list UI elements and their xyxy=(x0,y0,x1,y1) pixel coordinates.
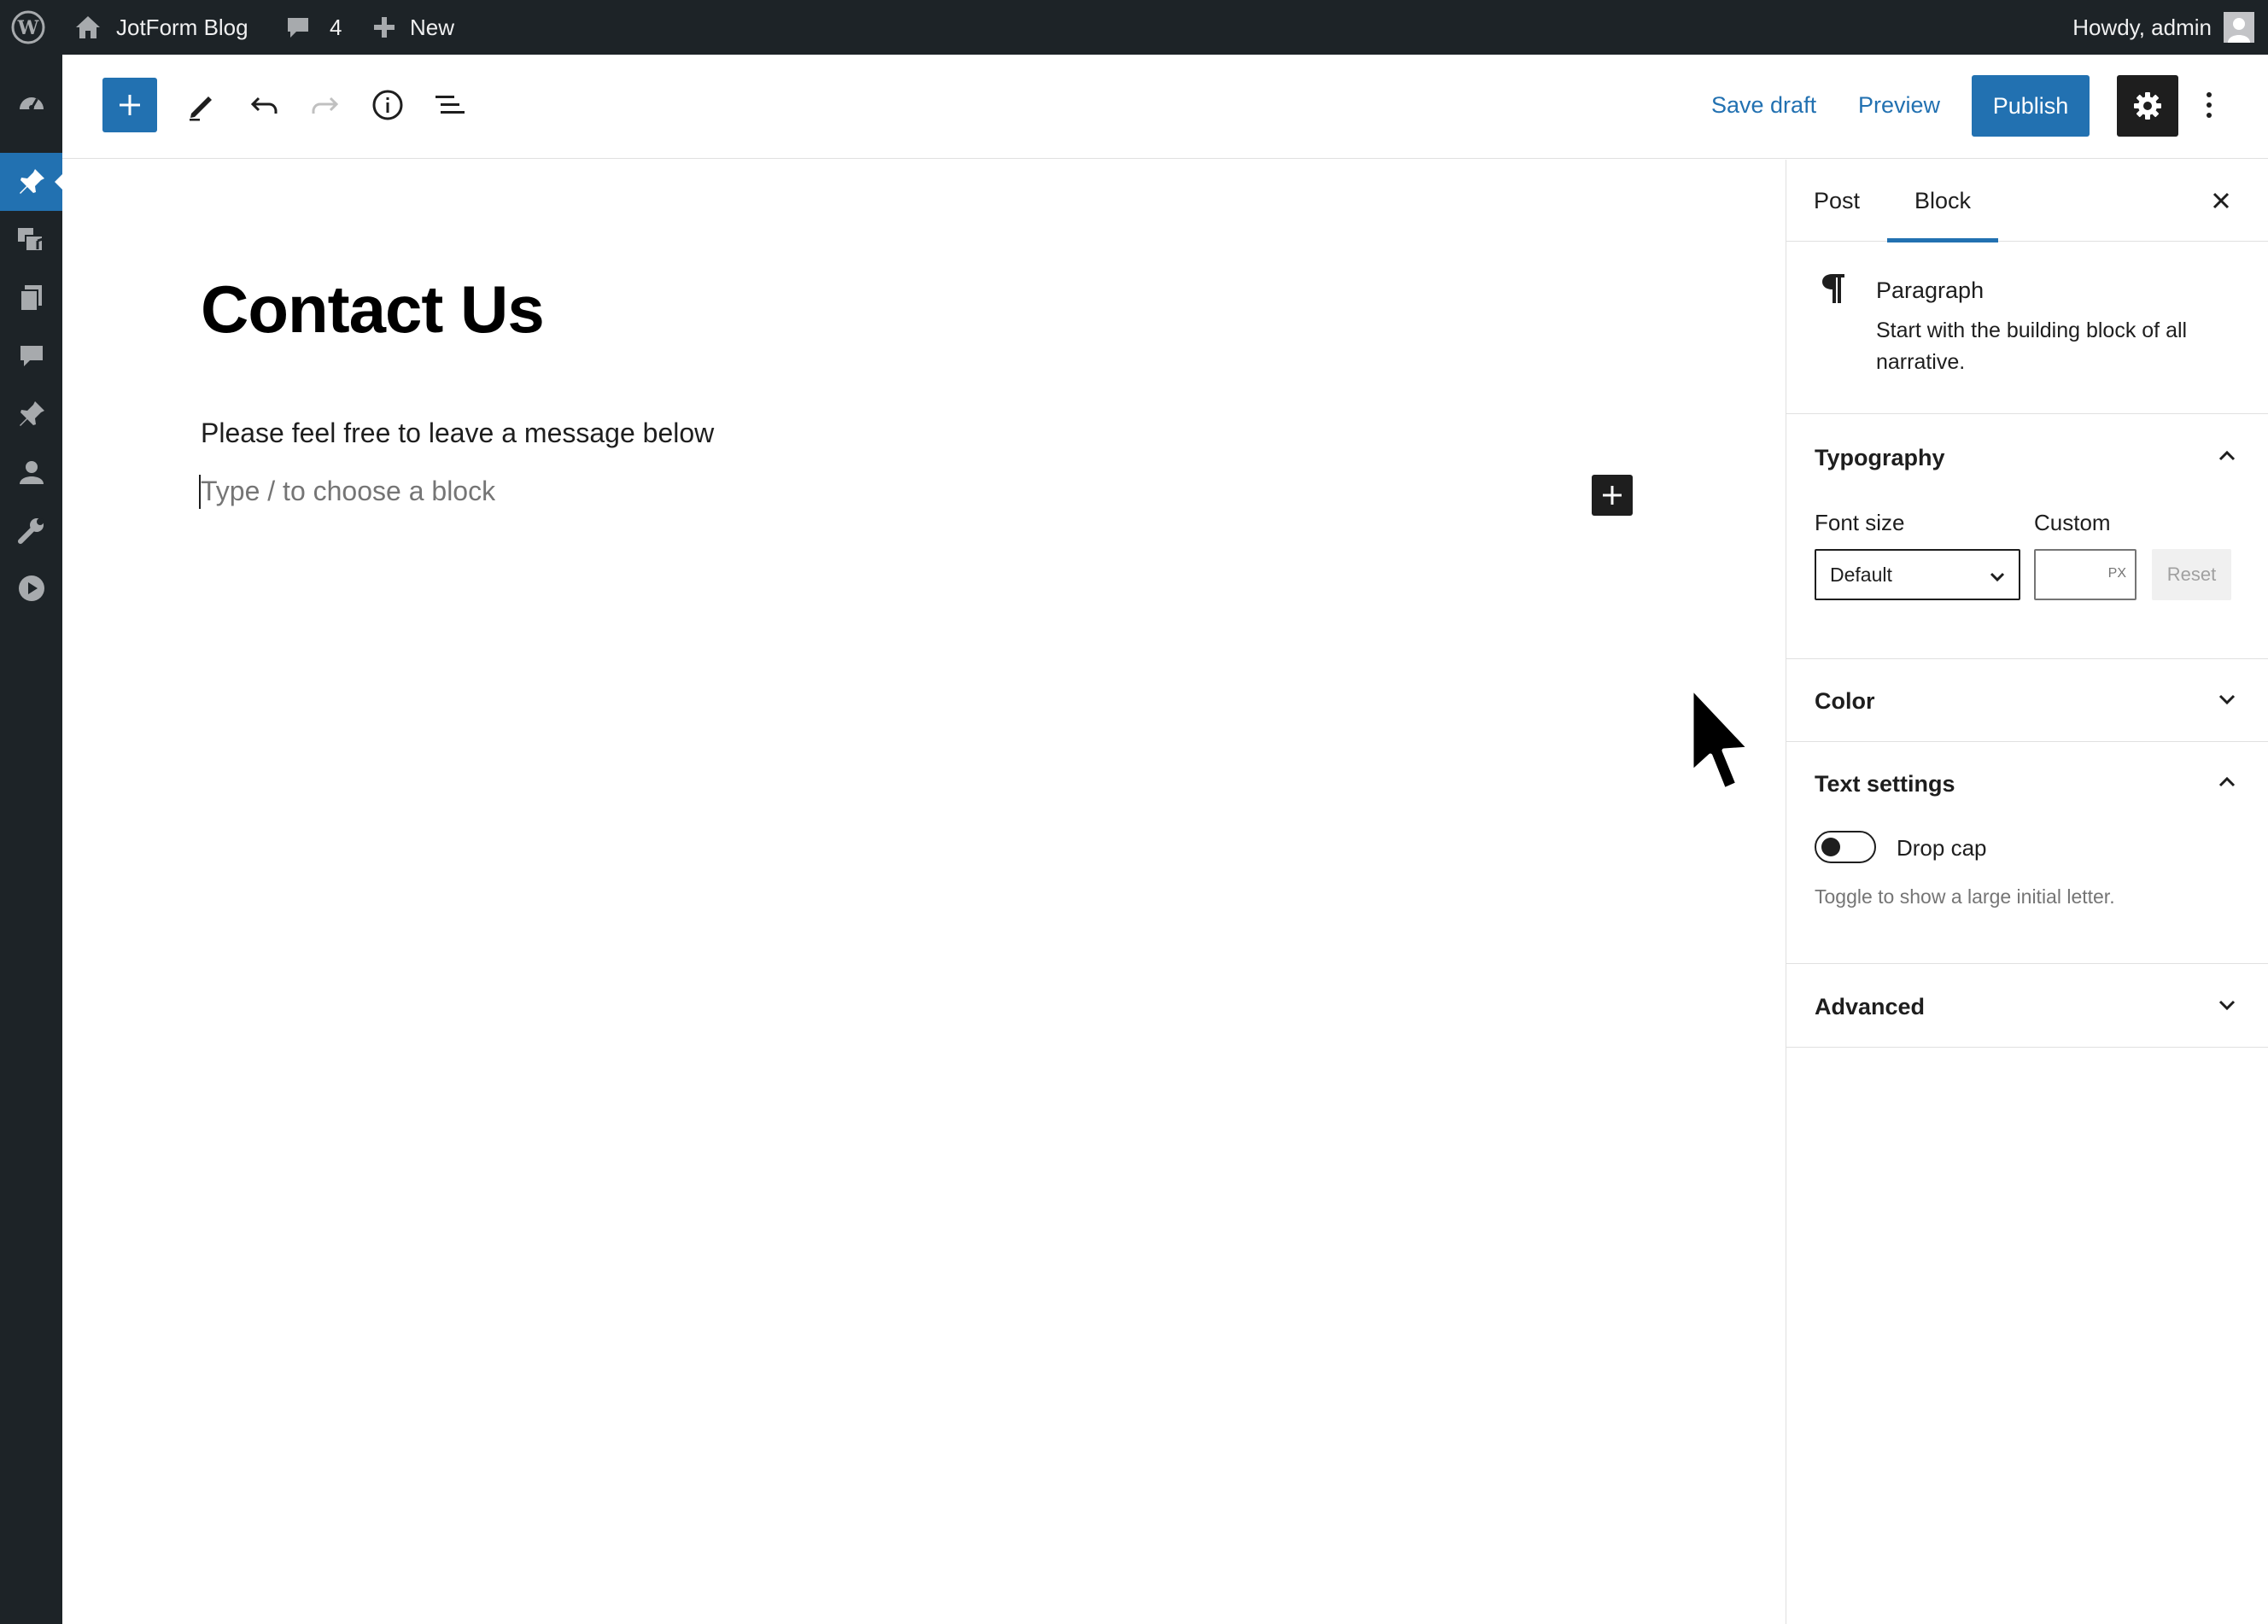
comments-link[interactable]: 4 xyxy=(285,0,342,55)
mouse-pointer-icon xyxy=(1685,684,1762,808)
typography-panel-toggle[interactable]: Typography xyxy=(1815,445,1945,471)
user-avatar-icon xyxy=(2224,12,2254,43)
site-name-label: JotForm Blog xyxy=(116,14,248,40)
block-name: Paragraph xyxy=(1876,277,1984,303)
comments-icon[interactable] xyxy=(0,327,62,385)
new-content-link[interactable]: New xyxy=(372,0,454,55)
undo-icon[interactable] xyxy=(237,78,291,132)
color-panel: Color xyxy=(1786,659,2268,742)
font-size-label: Font size xyxy=(1815,510,1905,535)
chevron-down-icon[interactable] xyxy=(2216,688,2238,715)
list-view-icon[interactable] xyxy=(422,78,476,132)
details-info-icon[interactable] xyxy=(360,78,415,132)
text-settings-panel: Text settings Drop cap Toggle to show a … xyxy=(1786,742,2268,964)
settings-sidebar: Post Block Paragraph Start with the buil… xyxy=(1786,160,2268,1624)
custom-size-unit: PX xyxy=(2107,566,2126,581)
edit-pencil-icon[interactable] xyxy=(174,78,229,132)
users-icon[interactable] xyxy=(0,443,62,501)
editor-header: Save draft Preview Publish xyxy=(62,55,2268,159)
paragraph-block[interactable]: Please feel free to leave a message belo… xyxy=(201,418,714,449)
toggle-knob xyxy=(1821,838,1840,856)
redo-icon[interactable] xyxy=(298,78,353,132)
custom-size-label: Custom xyxy=(2034,510,2111,535)
comment-bubble-icon xyxy=(285,15,311,40)
typography-panel: Typography Font size Custom Default PX R… xyxy=(1786,414,2268,659)
svg-text:W: W xyxy=(17,17,39,39)
block-description: Start with the building block of all nar… xyxy=(1876,318,2188,374)
sidebar-tabs: Post Block xyxy=(1786,160,2268,242)
pages-icon[interactable] xyxy=(0,269,62,327)
advanced-panel: Advanced xyxy=(1786,964,2268,1048)
font-size-select[interactable]: Default xyxy=(1815,549,2020,600)
reset-button[interactable]: Reset xyxy=(2152,549,2231,600)
posts-pin-icon[interactable] xyxy=(0,153,63,211)
drop-cap-toggle[interactable] xyxy=(1815,831,1876,863)
drop-cap-label: Drop cap xyxy=(1897,835,1987,861)
home-icon xyxy=(73,14,102,41)
admin-bar: W JotForm Blog 4 New Howdy, admin xyxy=(0,0,2268,55)
chevron-up-icon[interactable] xyxy=(2216,771,2238,797)
font-size-value: Default xyxy=(1830,563,1892,586)
close-icon[interactable] xyxy=(2204,184,2238,218)
empty-block-placeholder[interactable]: Type / to choose a block xyxy=(201,476,495,507)
block-card: Paragraph Start with the building block … xyxy=(1786,242,2268,414)
site-name-link[interactable]: JotForm Blog xyxy=(73,0,248,55)
pilcrow-icon xyxy=(1821,271,1846,309)
comment-count: 4 xyxy=(330,14,342,40)
pin-icon[interactable] xyxy=(0,385,62,443)
plus-icon xyxy=(372,15,396,39)
new-label: New xyxy=(410,14,455,40)
admin-menu xyxy=(0,55,63,1624)
block-inserter-plus-icon[interactable] xyxy=(102,78,157,132)
chevron-up-icon[interactable] xyxy=(2216,445,2238,471)
wordpress-logo-icon[interactable]: W xyxy=(10,0,46,55)
custom-size-input[interactable]: PX xyxy=(2034,549,2136,600)
tab-block[interactable]: Block xyxy=(1886,160,1999,242)
drop-cap-help: Toggle to show a large initial letter. xyxy=(1815,885,2115,908)
play-icon[interactable] xyxy=(0,559,62,617)
color-panel-toggle[interactable]: Color xyxy=(1815,688,1875,715)
more-vertical-icon[interactable] xyxy=(2182,78,2236,132)
account-menu[interactable]: Howdy, admin xyxy=(2072,0,2254,55)
chevron-down-icon[interactable] xyxy=(2216,994,2238,1020)
preview-button[interactable]: Preview xyxy=(1858,78,1940,132)
dashboard-icon[interactable] xyxy=(0,73,62,131)
save-draft-button[interactable]: Save draft xyxy=(1711,78,1816,132)
editor-canvas[interactable]: Contact Us Please feel free to leave a m… xyxy=(62,160,1786,1624)
tools-icon[interactable] xyxy=(0,501,62,559)
text-settings-panel-toggle[interactable]: Text settings xyxy=(1815,771,1955,797)
media-icon[interactable] xyxy=(0,211,62,269)
greeting: Howdy, admin xyxy=(2072,14,2212,40)
post-title[interactable]: Contact Us xyxy=(201,271,545,348)
publish-button[interactable]: Publish xyxy=(1972,75,2090,137)
gear-icon[interactable] xyxy=(2117,75,2178,137)
tab-post[interactable]: Post xyxy=(1814,160,1860,242)
add-block-plus-icon[interactable] xyxy=(1592,475,1633,516)
advanced-panel-toggle[interactable]: Advanced xyxy=(1815,994,1925,1020)
chevron-down-icon xyxy=(1988,568,2007,592)
